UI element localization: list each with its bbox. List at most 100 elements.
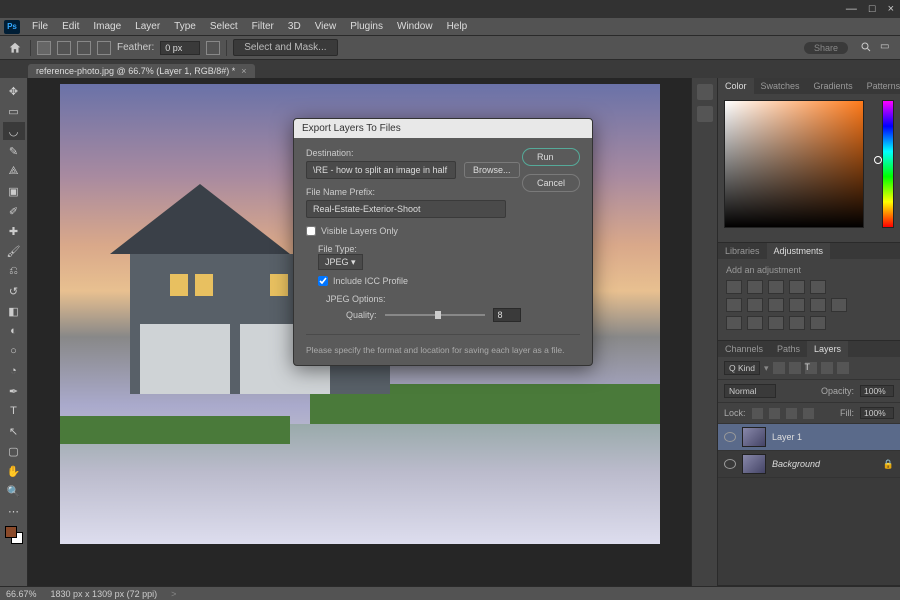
layer-kind-filter[interactable]: Q Kind: [724, 361, 760, 375]
layer-name[interactable]: Layer 1: [772, 432, 802, 442]
shape-tool[interactable]: ▢: [3, 442, 25, 460]
tab-patterns[interactable]: Patterns: [860, 78, 900, 94]
frame-tool[interactable]: ▣: [3, 182, 25, 200]
blend-mode-select[interactable]: Normal: [724, 384, 776, 398]
tab-libraries[interactable]: Libraries: [718, 243, 767, 259]
colorbalance-icon[interactable]: [747, 298, 763, 312]
curves-icon[interactable]: [768, 280, 784, 294]
exposure-icon[interactable]: [789, 280, 805, 294]
foreground-color-swatch[interactable]: [5, 526, 17, 538]
panel-icon[interactable]: [697, 84, 713, 100]
type-tool[interactable]: T: [3, 402, 25, 420]
filter-smart-icon[interactable]: [837, 362, 849, 374]
fill-input[interactable]: 100%: [860, 407, 894, 419]
antialias-icon[interactable]: [206, 41, 220, 55]
tab-swatches[interactable]: Swatches: [754, 78, 807, 94]
quick-select-tool[interactable]: ✎: [3, 142, 25, 160]
brightness-icon[interactable]: [726, 280, 742, 294]
opacity-input[interactable]: 100%: [860, 385, 894, 397]
gradient-tool[interactable]: ◐: [3, 322, 25, 340]
menu-image[interactable]: Image: [87, 19, 127, 34]
gradientmap-icon[interactable]: [789, 316, 805, 330]
menu-3d[interactable]: 3D: [282, 19, 307, 34]
eraser-tool[interactable]: ◧: [3, 302, 25, 320]
layer-visibility-icon[interactable]: [724, 432, 736, 442]
menu-select[interactable]: Select: [204, 19, 244, 34]
menu-view[interactable]: View: [309, 19, 343, 34]
menu-window[interactable]: Window: [391, 19, 439, 34]
quality-input[interactable]: [493, 308, 521, 322]
visible-layers-checkbox[interactable]: [306, 226, 316, 236]
document-tab-close-icon[interactable]: ×: [241, 66, 246, 76]
select-and-mask-button[interactable]: Select and Mask...: [233, 39, 337, 56]
tab-paths[interactable]: Paths: [770, 341, 807, 357]
filter-type-icon[interactable]: T: [805, 362, 817, 374]
layer-name[interactable]: Background: [772, 459, 820, 469]
filetype-select[interactable]: JPEG ▾: [318, 254, 363, 270]
icc-profile-checkbox[interactable]: [318, 276, 328, 286]
feather-input[interactable]: [160, 41, 200, 55]
invert-icon[interactable]: [726, 316, 742, 330]
vibrance-icon[interactable]: [810, 280, 826, 294]
tab-gradients[interactable]: Gradients: [807, 78, 860, 94]
healing-tool[interactable]: ✚: [3, 222, 25, 240]
pen-tool[interactable]: ✒: [3, 382, 25, 400]
selective-color-icon[interactable]: [810, 316, 826, 330]
stamp-tool[interactable]: ⎌: [3, 262, 25, 280]
hue-icon[interactable]: [726, 298, 742, 312]
edit-toolbar[interactable]: ⋯: [3, 502, 25, 520]
doc-dimensions-readout[interactable]: 1830 px x 1309 px (72 ppi): [51, 589, 158, 599]
channel-mixer-icon[interactable]: [810, 298, 826, 312]
lock-all-icon[interactable]: [803, 408, 814, 419]
tab-channels[interactable]: Channels: [718, 341, 770, 357]
window-maximize-button[interactable]: □: [869, 4, 876, 15]
run-button[interactable]: Run: [522, 148, 580, 166]
zoom-readout[interactable]: 66.67%: [6, 589, 37, 599]
lasso-tool[interactable]: ◡: [3, 122, 25, 140]
document-tab[interactable]: reference-photo.jpg @ 66.7% (Layer 1, RG…: [28, 64, 255, 78]
crop-tool[interactable]: ⟁: [3, 162, 25, 180]
tab-color[interactable]: Color: [718, 78, 754, 94]
blur-tool[interactable]: ○: [3, 342, 25, 360]
browse-button[interactable]: Browse...: [464, 162, 520, 178]
window-close-button[interactable]: ×: [888, 4, 894, 15]
menu-plugins[interactable]: Plugins: [344, 19, 389, 34]
menu-layer[interactable]: Layer: [129, 19, 166, 34]
selection-mode-subtract-icon[interactable]: [77, 41, 91, 55]
photo-filter-icon[interactable]: [789, 298, 805, 312]
dodge-tool[interactable]: ◔: [3, 362, 25, 380]
search-icon[interactable]: [860, 41, 874, 55]
selection-mode-new-icon[interactable]: [37, 41, 51, 55]
color-field[interactable]: [724, 100, 864, 228]
threshold-icon[interactable]: [768, 316, 784, 330]
filter-adjust-icon[interactable]: [789, 362, 801, 374]
filter-pixel-icon[interactable]: [773, 362, 785, 374]
selection-mode-add-icon[interactable]: [57, 41, 71, 55]
layer-row[interactable]: Background 🔒: [718, 451, 900, 478]
selection-mode-intersect-icon[interactable]: [97, 41, 111, 55]
filter-shape-icon[interactable]: [821, 362, 833, 374]
brush-tool[interactable]: 🖌: [3, 242, 25, 260]
tab-layers[interactable]: Layers: [807, 341, 848, 357]
quality-slider[interactable]: [385, 314, 485, 316]
lock-transparency-icon[interactable]: [752, 408, 763, 419]
layer-visibility-icon[interactable]: [724, 459, 736, 469]
destination-input[interactable]: [306, 161, 456, 179]
tab-adjustments[interactable]: Adjustments: [767, 243, 831, 259]
history-brush-tool[interactable]: ↺: [3, 282, 25, 300]
move-tool[interactable]: ✥: [3, 82, 25, 100]
marquee-tool[interactable]: ▭: [3, 102, 25, 120]
menu-help[interactable]: Help: [441, 19, 474, 34]
colorlookup-icon[interactable]: [831, 298, 847, 312]
window-minimize-button[interactable]: —: [846, 4, 857, 15]
layer-thumbnail[interactable]: [742, 427, 766, 447]
menu-edit[interactable]: Edit: [56, 19, 85, 34]
levels-icon[interactable]: [747, 280, 763, 294]
menu-file[interactable]: File: [26, 19, 54, 34]
eyedropper-tool[interactable]: ✐: [3, 202, 25, 220]
share-button[interactable]: Share: [804, 42, 848, 54]
menu-type[interactable]: Type: [168, 19, 202, 34]
lock-pixels-icon[interactable]: [769, 408, 780, 419]
workspace-icon[interactable]: ▭: [880, 41, 894, 55]
status-menu-icon[interactable]: >: [171, 589, 176, 599]
